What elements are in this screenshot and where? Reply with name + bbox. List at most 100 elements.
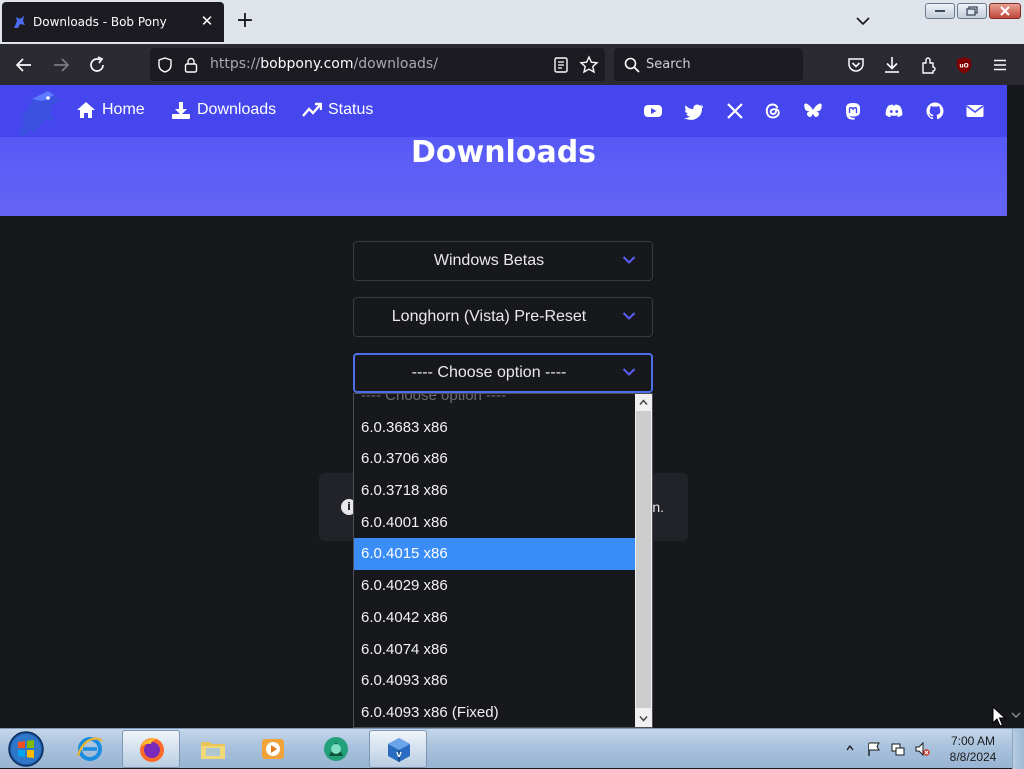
forward-arrow-icon[interactable] — [50, 54, 72, 76]
dropdown-option[interactable]: 6.0.3706 x86 — [354, 443, 636, 475]
taskbar: V 7:00 AM 8/8/2024 — [0, 728, 1024, 769]
dropdown-option[interactable]: 6.0.3683 x86 — [354, 412, 636, 444]
product-select-value: Longhorn (Vista) Pre-Reset — [391, 308, 587, 325]
dropdown-scrollbar[interactable] — [635, 394, 652, 727]
taskbar-file-explorer[interactable] — [184, 730, 242, 768]
clock-time: 7:00 AM — [950, 734, 996, 748]
mouse-cursor-icon — [992, 706, 1006, 727]
dropdown-option[interactable]: 6.0.4093 x86 — [354, 665, 636, 697]
build-select-value: ---- Choose option ---- — [411, 364, 567, 381]
svg-text:V: V — [396, 751, 402, 759]
page-scrollbar[interactable] — [1007, 85, 1024, 728]
firefox-icon — [140, 738, 164, 762]
dropdown-option[interactable]: 6.0.4074 x86 — [354, 634, 636, 666]
show-hidden-icons-icon[interactable] — [845, 743, 855, 753]
internet-explorer-icon — [76, 737, 103, 761]
youtube-icon[interactable] — [643, 101, 663, 121]
ublock-origin-icon[interactable]: uO — [953, 54, 975, 76]
dropdown-option-highlighted[interactable]: 6.0.4015 x86 — [354, 538, 636, 571]
clock-date: 8/8/2024 — [949, 750, 997, 764]
dropdown-option[interactable]: 6.0.4029 x86 — [354, 570, 636, 602]
action-center-flag-icon[interactable] — [866, 741, 882, 757]
category-select[interactable]: Windows Betas — [353, 241, 653, 281]
network-icon[interactable] — [890, 741, 906, 757]
page-viewport: Home Downloads Status Downloads Windows … — [0, 85, 1007, 728]
extensions-icon[interactable] — [918, 54, 940, 76]
menu-icon[interactable] — [989, 54, 1011, 76]
x-icon[interactable] — [725, 101, 745, 121]
lock-icon[interactable] — [183, 56, 199, 74]
bobpony-favicon-icon — [14, 16, 25, 28]
search-bar[interactable]: Search — [614, 48, 803, 81]
taskbar-media-player[interactable] — [244, 730, 302, 768]
taskbar-app[interactable] — [307, 730, 365, 768]
restore-button[interactable] — [957, 3, 987, 19]
media-player-icon — [262, 739, 284, 759]
nav-status-label: Status — [328, 101, 374, 118]
dropdown-option[interactable]: 6.0.4001 x86 — [354, 507, 636, 539]
back-arrow-icon[interactable] — [13, 54, 35, 76]
scroll-down-icon[interactable] — [638, 713, 649, 724]
nav-downloads-link[interactable]: Downloads — [171, 101, 276, 119]
minimize-button[interactable] — [925, 3, 955, 19]
chevron-down-icon — [622, 368, 636, 376]
address-bar[interactable]: https://bobpony.com/downloads/ — [150, 48, 605, 81]
window-close-button[interactable] — [989, 3, 1021, 19]
volume-muted-icon[interactable] — [914, 741, 930, 757]
taskbar-internet-explorer[interactable] — [61, 730, 119, 768]
svg-text:uO: uO — [959, 63, 968, 70]
bookmark-star-icon[interactable] — [579, 55, 599, 75]
nav-home-link[interactable]: Home — [76, 101, 145, 119]
download-icon — [172, 102, 190, 119]
search-icon — [624, 57, 640, 73]
downloads-icon[interactable] — [881, 54, 903, 76]
dropdown-options: ---- Choose option ---- 6.0.3683 x86 6.0… — [354, 394, 636, 727]
info-alert-text: n. — [652, 499, 664, 515]
trend-icon — [302, 102, 322, 117]
pocket-icon[interactable] — [845, 54, 867, 76]
site-navbar: Home Downloads Status — [0, 85, 1007, 137]
search-placeholder: Search — [646, 57, 691, 72]
dropdown-option[interactable]: ---- Choose option ---- — [354, 394, 636, 412]
taskbar-virtualbox[interactable]: V — [369, 730, 427, 768]
bobpony-logo-icon[interactable] — [14, 89, 62, 137]
reader-view-icon[interactable] — [553, 56, 569, 74]
discord-icon[interactable] — [884, 101, 904, 121]
product-select[interactable]: Longhorn (Vista) Pre-Reset — [353, 297, 653, 337]
tab-title: Downloads - Bob Pony — [33, 15, 167, 29]
dropdown-option[interactable]: 6.0.4093 x86 (Fixed) — [354, 697, 636, 727]
build-select[interactable]: ---- Choose option ---- — [353, 353, 653, 393]
page-header: Home Downloads Status Downloads — [0, 85, 1007, 216]
app-icon — [324, 737, 348, 761]
scroll-up-icon[interactable] — [638, 397, 649, 408]
url-text[interactable]: https://bobpony.com/downloads/ — [210, 56, 438, 72]
new-tab-button[interactable]: + — [234, 10, 256, 33]
dropdown-option[interactable]: 6.0.3718 x86 — [354, 475, 636, 507]
bluesky-icon[interactable] — [803, 101, 823, 121]
chevron-down-icon — [622, 312, 636, 320]
reload-icon[interactable] — [86, 54, 108, 76]
chevron-down-icon — [622, 256, 636, 264]
start-button-icon[interactable] — [6, 730, 46, 768]
mail-icon[interactable] — [965, 101, 985, 121]
dropdown-option[interactable]: 6.0.4042 x86 — [354, 602, 636, 634]
close-tab-icon[interactable]: ✕ — [198, 12, 216, 30]
home-icon — [77, 102, 95, 118]
show-desktop-button[interactable] — [1012, 729, 1024, 769]
browser-tab[interactable]: Downloads - Bob Pony ✕ — [2, 2, 224, 42]
shield-icon[interactable] — [156, 56, 174, 74]
build-dropdown-list[interactable]: ---- Choose option ---- 6.0.3683 x86 6.0… — [353, 393, 653, 728]
scroll-down-icon[interactable] — [1009, 708, 1023, 722]
file-explorer-icon — [201, 742, 225, 759]
twitter-icon[interactable] — [684, 101, 704, 121]
dropdown-scroll-thumb[interactable] — [636, 411, 651, 708]
taskbar-firefox[interactable] — [122, 730, 180, 768]
threads-icon[interactable] — [763, 101, 783, 121]
chevron-down-icon[interactable] — [852, 13, 874, 29]
tab-strip: Downloads - Bob Pony ✕ + — [0, 0, 1024, 44]
browser-toolbar: https://bobpony.com/downloads/ Search uO — [0, 44, 1024, 85]
taskbar-clock[interactable]: 7:00 AM 8/8/2024 — [938, 733, 1008, 765]
mastodon-icon[interactable] — [843, 101, 863, 121]
nav-status-link[interactable]: Status — [302, 101, 373, 119]
github-icon[interactable] — [925, 101, 945, 121]
